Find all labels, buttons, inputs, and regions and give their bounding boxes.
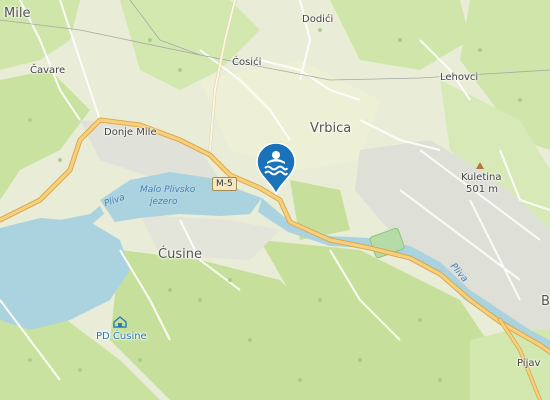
place-label-donje-mile: Donje Mile xyxy=(104,127,157,138)
peak-icon xyxy=(476,162,484,169)
place-label-vrbica: Vrbica xyxy=(310,121,352,136)
place-label-edge-b: B xyxy=(541,294,550,309)
swimming-icon[interactable] xyxy=(256,143,296,195)
place-label-mile: Mile xyxy=(4,6,31,21)
peak-label-kuletina: Kuletina xyxy=(461,172,502,183)
lodge-icon[interactable] xyxy=(113,316,127,328)
place-label-dodici: Dodići xyxy=(302,14,334,25)
water-label-lake-line1: Malo Plivsko xyxy=(140,185,196,195)
place-label-pijav: Pijav xyxy=(517,358,541,369)
place-label-cusine: Ćusine xyxy=(158,247,202,262)
water-label-lake-line2: jezero xyxy=(150,197,178,207)
place-label-lehovci: Lehovci xyxy=(440,72,479,83)
road-shield-m5: M-5 xyxy=(212,177,237,191)
poi-label-pd-cusine[interactable]: PD Ćusine xyxy=(96,331,147,342)
place-label-cavare: Čavare xyxy=(30,65,66,76)
peak-elevation: 501 m xyxy=(466,184,499,195)
map-base xyxy=(0,0,550,400)
place-label-cosici: Ćosići xyxy=(232,57,262,68)
map-view[interactable]: Mile Čavare Donje Mile Ćosići Dodići Leh… xyxy=(0,0,550,400)
